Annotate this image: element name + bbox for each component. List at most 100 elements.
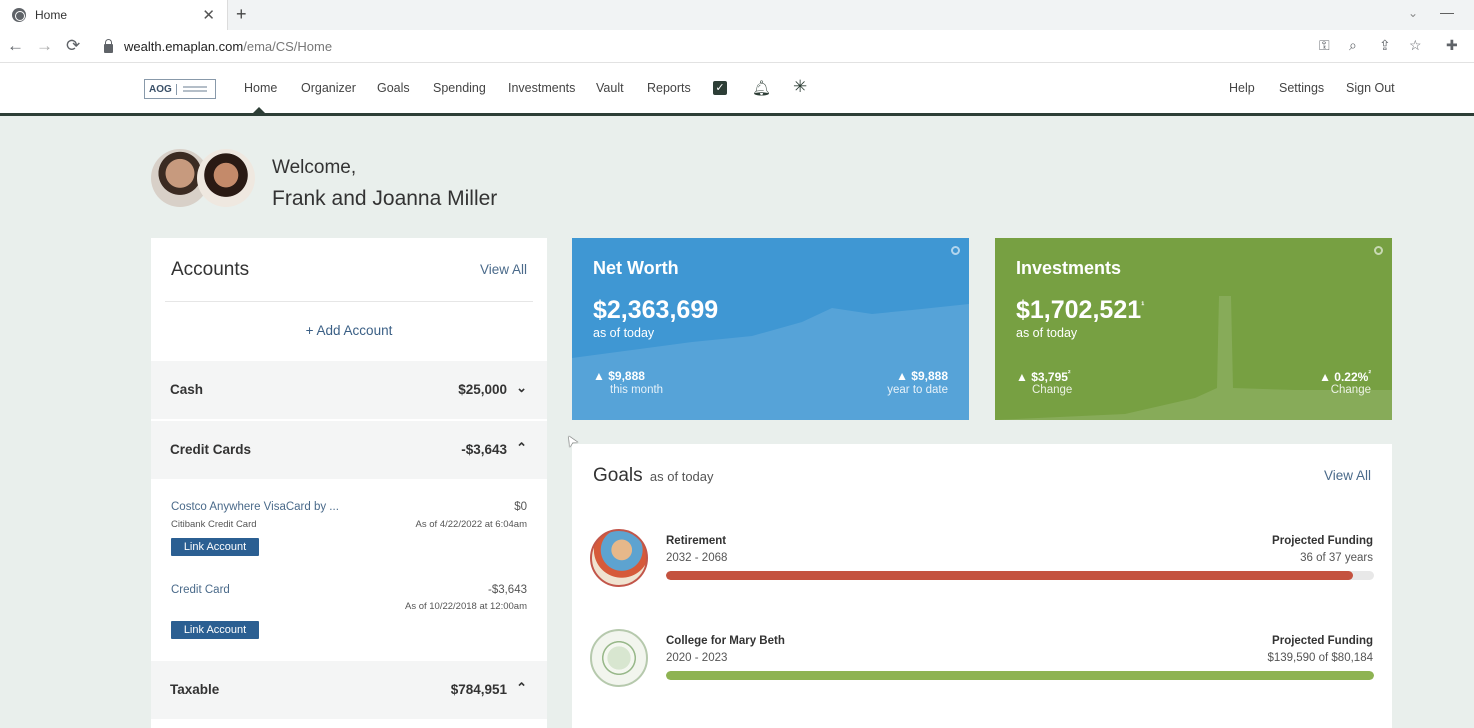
goal-progress-fill	[666, 571, 1353, 580]
key-icon[interactable]: ⚿	[1319, 37, 1330, 54]
goal-progress-track	[666, 671, 1374, 680]
investments-as-of: as of today	[1016, 326, 1078, 340]
minimize-icon[interactable]: —	[1440, 4, 1454, 20]
stat-value: 0.22%	[1334, 370, 1369, 384]
active-nav-caret	[253, 107, 265, 113]
stat-value: $9,888	[608, 369, 645, 383]
divider	[165, 301, 533, 302]
goal-name-retirement[interactable]: Retirement	[666, 535, 726, 547]
welcome-client-name: Frank and Joanna Miller	[272, 187, 498, 210]
up-arrow-icon: ▲	[1319, 370, 1335, 384]
close-tab-icon[interactable]: ✕	[202, 6, 215, 24]
nav-sign-out[interactable]: Sign Out	[1346, 81, 1395, 95]
stat-value: $9,888	[911, 369, 948, 383]
link-account-button[interactable]: Link Account	[171, 538, 259, 556]
tab-title: Home	[35, 8, 68, 22]
chevron-down-icon[interactable]: ⌄	[516, 380, 527, 396]
footnote-mark: ²	[1368, 369, 1371, 378]
college-goal-image[interactable]	[590, 629, 648, 687]
stat-label: this month	[610, 384, 664, 396]
investments-value: $1,702,521	[1016, 296, 1142, 324]
forward-icon[interactable]: →	[36, 36, 53, 56]
link-account-button[interactable]: Link Account	[171, 621, 259, 639]
retirement-goal-image[interactable]	[590, 529, 648, 587]
accounts-card: Accounts View All + Add Account Cash $25…	[151, 238, 547, 728]
up-arrow-icon: ▲	[896, 369, 912, 383]
bell-icon[interactable]: 🔔︎	[752, 79, 771, 97]
lock-icon	[104, 38, 113, 53]
url-field[interactable]: wealth.emaplan.com/ema/CS/Home	[104, 38, 332, 54]
goals-title: Goals as of today	[593, 465, 714, 487]
logo-text: AOG	[145, 83, 177, 95]
stat-value: $3,795	[1031, 370, 1068, 384]
nav-goals[interactable]: Goals	[377, 81, 410, 95]
nav-spending[interactable]: Spending	[433, 81, 486, 95]
investments-card[interactable]: Investments $1,702,521¹ as of today ▲ $3…	[995, 238, 1392, 420]
info-icon[interactable]	[1374, 246, 1383, 255]
star-icon[interactable]: ☆	[1409, 37, 1422, 54]
header-underline	[0, 113, 1474, 116]
projected-funding-label: Projected Funding	[1272, 635, 1373, 647]
globe-icon	[12, 8, 26, 22]
zoom-icon[interactable]: ⌕	[1349, 37, 1357, 54]
goals-card: Goals as of today View All Retirement 20…	[572, 444, 1392, 728]
sparkle-icon[interactable]: ✳	[793, 77, 807, 97]
nav-reports[interactable]: Reports	[647, 81, 691, 95]
browser-tab-home[interactable]: Home ✕	[0, 0, 228, 30]
net-worth-value: $2,363,699	[593, 296, 719, 324]
reload-icon[interactable]: ⟳	[66, 36, 80, 56]
investments-value-wrap: $1,702,521¹	[1016, 296, 1144, 325]
account-balance: -$3,643	[487, 584, 527, 596]
aog-logo[interactable]: AOG	[144, 79, 216, 99]
avatar-joanna	[197, 149, 255, 207]
accounts-view-all-link[interactable]: View All	[480, 262, 527, 277]
account-name-credit-card[interactable]: Credit Card	[171, 584, 230, 596]
investments-title: Investments	[1016, 258, 1122, 278]
projected-funding-value: $139,590 of $80,184	[1267, 652, 1373, 664]
account-as-of: As of 4/22/2022 at 6:04am	[415, 519, 527, 530]
up-arrow-icon: ▲	[593, 369, 609, 383]
account-section-cash[interactable]: Cash $25,000 ⌄	[151, 361, 547, 419]
back-icon[interactable]: ←	[7, 36, 24, 56]
tasks-check-icon[interactable]: ✓	[713, 81, 727, 95]
nav-organizer[interactable]: Organizer	[301, 81, 356, 95]
projected-funding-label: Projected Funding	[1272, 535, 1373, 547]
account-section-credit-cards[interactable]: Credit Cards -$3,643 ⌃	[151, 421, 547, 479]
goals-view-all-link[interactable]: View All	[1324, 468, 1371, 483]
tab-search-chevron-icon[interactable]: ⌄	[1408, 6, 1418, 20]
net-worth-month-change: ▲ $9,888	[593, 369, 645, 383]
chevron-up-icon[interactable]: ⌃	[516, 440, 527, 456]
share-icon[interactable]: ⇪	[1379, 37, 1391, 54]
net-worth-as-of: as of today	[593, 326, 655, 340]
new-tab-icon[interactable]: +	[236, 4, 247, 25]
extensions-icon[interactable]: ✚	[1446, 37, 1458, 54]
stat-label: Change	[1330, 384, 1371, 396]
stat-label: Change	[1032, 384, 1073, 396]
nav-help[interactable]: Help	[1229, 81, 1255, 95]
investments-percent-change: ▲ 0.22%²	[1319, 369, 1371, 384]
nav-settings[interactable]: Settings	[1279, 81, 1324, 95]
net-worth-card[interactable]: Net Worth $2,363,699 as of today ▲ $9,88…	[572, 238, 969, 420]
goal-name-college[interactable]: College for Mary Beth	[666, 635, 785, 647]
account-section-taxable[interactable]: Taxable $784,951 ⌃	[151, 661, 547, 719]
logo-lines	[182, 86, 207, 92]
stat-label: year to date	[887, 384, 948, 396]
investments-dollar-change: ▲ $3,795²	[1016, 369, 1071, 384]
chevron-up-icon[interactable]: ⌃	[516, 680, 527, 696]
goal-years: 2032 - 2068	[666, 552, 728, 564]
account-name-costco[interactable]: Costco Anywhere VisaCard by ...	[171, 501, 339, 513]
goal-progress-track	[666, 571, 1374, 580]
nav-investments[interactable]: Investments	[508, 81, 575, 95]
info-icon[interactable]	[951, 246, 960, 255]
nav-vault[interactable]: Vault	[596, 81, 624, 95]
browser-tab-bar: Home ✕ + ⌄ —	[0, 0, 1474, 30]
net-worth-title: Net Worth	[593, 258, 679, 278]
up-arrow-icon: ▲	[1016, 370, 1032, 384]
goals-heading: Goals	[593, 465, 643, 486]
footnote-mark: ²	[1067, 369, 1071, 378]
account-as-of: As of 10/22/2018 at 12:00am	[404, 601, 527, 612]
account-balance: $0	[514, 501, 527, 513]
add-account-button[interactable]: + Add Account	[151, 323, 547, 338]
nav-home[interactable]: Home	[244, 81, 277, 95]
section-amount: $25,000	[458, 382, 507, 397]
